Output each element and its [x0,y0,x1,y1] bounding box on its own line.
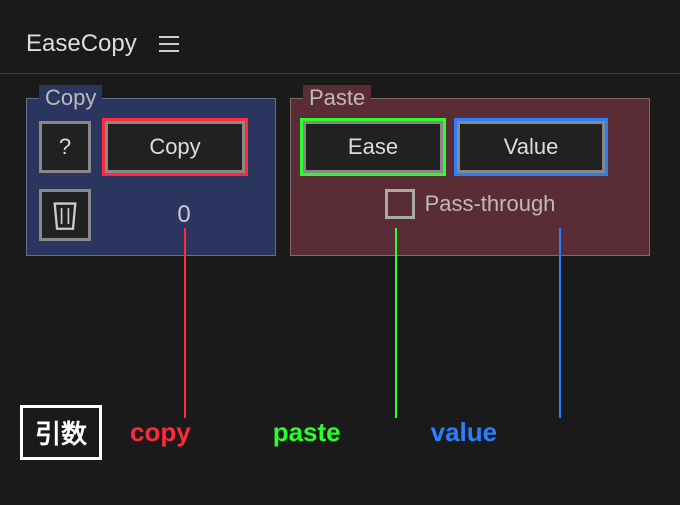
annotation-labels: 引数 copy paste value [0,405,680,460]
annotation-line-copy [184,228,186,418]
copy-counter: 0 [105,201,263,229]
annotation-line-paste [395,228,397,418]
ease-button[interactable]: Ease [303,121,443,173]
hamburger-menu-icon[interactable] [159,36,179,52]
help-button[interactable]: ? [39,121,91,173]
value-button-label: Value [504,134,559,160]
panels-container: Copy ? Copy 0 Paste Ease [0,74,680,256]
panel-header: EaseCopy [0,0,680,74]
value-button[interactable]: Value [457,121,605,173]
copy-button[interactable]: Copy [105,121,245,173]
copy-panel: Copy ? Copy 0 [26,98,276,256]
pass-through-label: Pass-through [425,191,556,217]
annotation-value: value [431,417,498,448]
panel-title: EaseCopy [26,30,137,58]
annotation-copy: copy [130,417,191,448]
trash-button[interactable] [39,189,91,241]
ease-button-label: Ease [348,134,398,160]
annotation-paste: paste [273,417,341,448]
pass-through-checkbox[interactable] [385,189,415,219]
trash-icon [51,199,79,231]
copy-panel-legend: Copy [39,85,102,111]
paste-panel-legend: Paste [303,85,371,111]
annotation-line-value [559,228,561,418]
paste-panel: Paste Ease Value Pass-through [290,98,650,256]
copy-button-label: Copy [149,134,200,160]
args-label: 引数 [20,405,102,460]
